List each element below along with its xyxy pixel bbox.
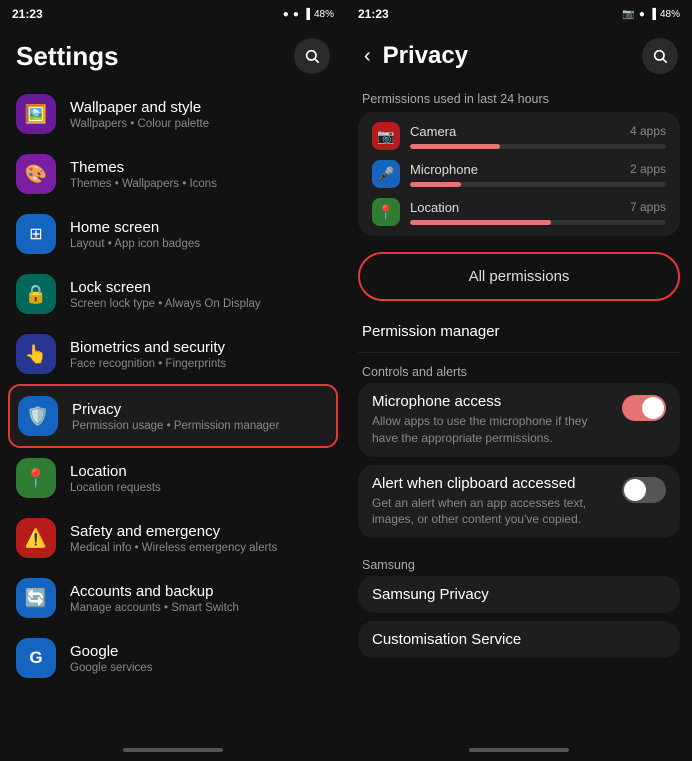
left-status-bar: 21:23 ● ● ▐ 48% bbox=[0, 0, 346, 28]
homescreen-title: Home screen bbox=[70, 219, 200, 236]
mic-access-card: Microphone access Allow apps to use the … bbox=[358, 383, 680, 457]
settings-item-wallpaper[interactable]: 🖼️ Wallpaper and style Wallpapers • Colo… bbox=[8, 84, 338, 144]
settings-item-privacy[interactable]: 🛡️ Privacy Permission usage • Permission… bbox=[8, 384, 338, 448]
settings-item-homescreen[interactable]: ⊞ Home screen Layout • App icon badges bbox=[8, 204, 338, 264]
left-status-icons: ● ● ▐ 48% bbox=[283, 9, 334, 20]
accounts-subtitle: Manage accounts • Smart Switch bbox=[70, 602, 239, 614]
right-status-time: 21:23 bbox=[358, 7, 389, 21]
right-bottom-bar bbox=[346, 743, 692, 761]
right-phone-panel: 21:23 📷 ● ▐ 48% ‹ Privacy Permissions us… bbox=[346, 0, 692, 761]
microphone-bar-bg bbox=[410, 182, 666, 187]
microphone-bar-fill bbox=[410, 182, 461, 187]
lockscreen-icon: 🔒 bbox=[16, 274, 56, 314]
samsung-section-label: Samsung bbox=[358, 546, 680, 576]
privacy-page-title: Privacy bbox=[383, 42, 634, 70]
permissions-section-label: Permissions used in last 24 hours bbox=[358, 84, 680, 112]
safety-title: Safety and emergency bbox=[70, 523, 277, 540]
location-count: 7 apps bbox=[630, 200, 666, 214]
google-icon: G bbox=[16, 638, 56, 678]
homescreen-icon: ⊞ bbox=[16, 214, 56, 254]
privacy-title: Privacy bbox=[72, 401, 279, 418]
camera-label: Camera bbox=[410, 124, 456, 139]
right-top-bar: ‹ Privacy bbox=[346, 28, 692, 80]
privacy-search-button[interactable] bbox=[642, 38, 678, 74]
settings-item-accounts[interactable]: 🔄 Accounts and backup Manage accounts • … bbox=[8, 568, 338, 628]
left-status-time: 21:23 bbox=[12, 7, 43, 21]
permission-manager-title: Permission manager bbox=[362, 323, 676, 340]
permission-manager-item[interactable]: Permission manager bbox=[358, 311, 680, 353]
accounts-icon: 🔄 bbox=[16, 578, 56, 618]
search-button[interactable] bbox=[294, 38, 330, 74]
biometrics-title: Biometrics and security bbox=[70, 339, 226, 356]
samsung-privacy-title: Samsung Privacy bbox=[372, 586, 666, 603]
settings-title: Settings bbox=[16, 41, 119, 72]
camera-count: 4 apps bbox=[630, 124, 666, 138]
location-permission-row: 📍 Location 7 apps bbox=[372, 198, 666, 226]
biometrics-subtitle: Face recognition • Fingerprints bbox=[70, 358, 226, 370]
camera-bar-fill bbox=[410, 144, 500, 149]
privacy-icon: 🛡️ bbox=[18, 396, 58, 436]
right-status-icons: 📷 ● ▐ 48% bbox=[622, 9, 680, 20]
microphone-label: Microphone bbox=[410, 162, 478, 177]
location-bar-bg bbox=[410, 220, 666, 225]
location-bar-fill bbox=[410, 220, 551, 225]
settings-item-biometrics[interactable]: 👆 Biometrics and security Face recogniti… bbox=[8, 324, 338, 384]
left-bottom-bar bbox=[0, 743, 346, 761]
wallpaper-title: Wallpaper and style bbox=[70, 99, 209, 116]
settings-item-google[interactable]: G Google Google services bbox=[8, 628, 338, 688]
left-nav-indicator bbox=[123, 748, 223, 752]
lockscreen-subtitle: Screen lock type • Always On Display bbox=[70, 298, 261, 310]
google-title: Google bbox=[70, 643, 152, 660]
customisation-title: Customisation Service bbox=[372, 631, 666, 648]
mic-access-title: Microphone access bbox=[372, 393, 612, 410]
settings-list: 🖼️ Wallpaper and style Wallpapers • Colo… bbox=[0, 80, 346, 743]
lockscreen-title: Lock screen bbox=[70, 279, 261, 296]
clipboard-title: Alert when clipboard accessed bbox=[372, 475, 612, 492]
microphone-permission-row: 🎤 Microphone 2 apps bbox=[372, 160, 666, 188]
google-subtitle: Google services bbox=[70, 662, 152, 674]
samsung-privacy-card[interactable]: Samsung Privacy bbox=[358, 576, 680, 613]
camera-permission-row: 📷 Camera 4 apps bbox=[372, 122, 666, 150]
clipboard-toggle[interactable] bbox=[622, 477, 666, 503]
accounts-title: Accounts and backup bbox=[70, 583, 239, 600]
location-subtitle: Location requests bbox=[70, 482, 161, 494]
safety-icon: ⚠️ bbox=[16, 518, 56, 558]
settings-item-location[interactable]: 📍 Location Location requests bbox=[8, 448, 338, 508]
themes-subtitle: Themes • Wallpapers • Icons bbox=[70, 178, 217, 190]
settings-item-themes[interactable]: 🎨 Themes Themes • Wallpapers • Icons bbox=[8, 144, 338, 204]
homescreen-subtitle: Layout • App icon badges bbox=[70, 238, 200, 250]
right-status-bar: 21:23 📷 ● ▐ 48% bbox=[346, 0, 692, 28]
microphone-count: 2 apps bbox=[630, 162, 666, 176]
location-label: Location bbox=[410, 200, 459, 215]
right-nav-indicator bbox=[469, 748, 569, 752]
controls-section-label: Controls and alerts bbox=[358, 353, 680, 383]
themes-icon: 🎨 bbox=[16, 154, 56, 194]
microphone-icon: 🎤 bbox=[372, 160, 400, 188]
customisation-card[interactable]: Customisation Service bbox=[358, 621, 680, 658]
camera-icon: 📷 bbox=[372, 122, 400, 150]
themes-title: Themes bbox=[70, 159, 217, 176]
camera-bar-bg bbox=[410, 144, 666, 149]
all-permissions-button[interactable]: All permissions bbox=[358, 252, 680, 301]
clipboard-subtitle: Get an alert when an app accesses text, … bbox=[372, 495, 612, 529]
safety-subtitle: Medical info • Wireless emergency alerts bbox=[70, 542, 277, 554]
location-perm-icon: 📍 bbox=[372, 198, 400, 226]
privacy-subtitle: Permission usage • Permission manager bbox=[72, 420, 279, 432]
mic-access-toggle[interactable] bbox=[622, 395, 666, 421]
privacy-content: Permissions used in last 24 hours 📷 Came… bbox=[346, 80, 692, 743]
wallpaper-icon: 🖼️ bbox=[16, 94, 56, 134]
settings-item-lockscreen[interactable]: 🔒 Lock screen Screen lock type • Always … bbox=[8, 264, 338, 324]
biometrics-icon: 👆 bbox=[16, 334, 56, 374]
settings-item-safety[interactable]: ⚠️ Safety and emergency Medical info • W… bbox=[8, 508, 338, 568]
back-button[interactable]: ‹ bbox=[360, 41, 375, 72]
location-title: Location bbox=[70, 463, 161, 480]
location-icon: 📍 bbox=[16, 458, 56, 498]
clipboard-card: Alert when clipboard accessed Get an ale… bbox=[358, 465, 680, 539]
mic-access-subtitle: Allow apps to use the microphone if they… bbox=[372, 413, 612, 447]
left-top-bar: Settings bbox=[0, 28, 346, 80]
left-phone-panel: 21:23 ● ● ▐ 48% Settings 🖼️ Wallpaper an… bbox=[0, 0, 346, 761]
permissions-card: 📷 Camera 4 apps 🎤 Microphone bbox=[358, 112, 680, 236]
wallpaper-subtitle: Wallpapers • Colour palette bbox=[70, 118, 209, 130]
